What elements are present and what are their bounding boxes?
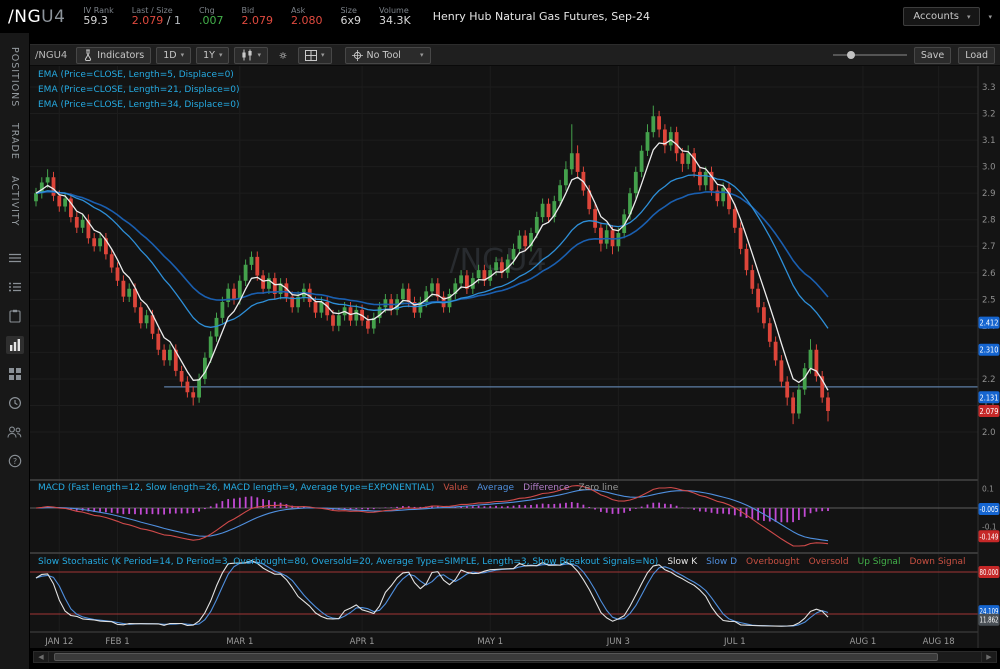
symbol-title: /NGU4 xyxy=(8,7,65,27)
scroll-left-arrow-icon[interactable]: ◀ xyxy=(34,652,49,662)
help-icon[interactable]: ? xyxy=(6,452,24,470)
svg-text:-0.1: -0.1 xyxy=(982,523,997,532)
svg-text:JUL 1: JUL 1 xyxy=(723,637,746,647)
chevron-down-icon: ▾ xyxy=(181,51,185,59)
price-chart-canvas[interactable]: /NGU43.33.23.13.02.92.82.72.62.52.42.32.… xyxy=(30,66,1000,648)
zoom-slider-track xyxy=(833,54,907,56)
svg-text:2.6: 2.6 xyxy=(982,269,996,279)
svg-text:-0.005: -0.005 xyxy=(980,505,999,514)
quote-field-iv-rank: IV Rank 59.3 xyxy=(83,6,113,28)
symbol-month: U4 xyxy=(41,7,65,27)
range-dropdown[interactable]: 1Y ▾ xyxy=(196,47,229,64)
svg-text:2.9: 2.9 xyxy=(982,189,996,199)
candlestick-icon xyxy=(241,49,253,61)
quote-field-bid: Bid 2.079 xyxy=(241,6,273,28)
svg-text:JUN 3: JUN 3 xyxy=(606,637,630,647)
svg-text:2.079: 2.079 xyxy=(980,407,999,416)
crosshair-icon xyxy=(352,50,363,61)
users-icon[interactable] xyxy=(6,423,24,441)
accounts-dropdown[interactable]: Accounts ▾ xyxy=(903,7,980,26)
svg-text:2.8: 2.8 xyxy=(982,216,996,226)
svg-text:FEB 1: FEB 1 xyxy=(105,637,129,647)
indicators-button[interactable]: Indicators xyxy=(76,47,151,64)
svg-text:11.862: 11.862 xyxy=(980,616,999,625)
chevron-down-icon: ▾ xyxy=(257,51,261,59)
load-button[interactable]: Load xyxy=(958,47,995,64)
svg-text:3.0: 3.0 xyxy=(982,163,996,173)
chart-layout-dropdown[interactable]: ▾ xyxy=(298,47,332,64)
chart-symbol-label: /NGU4 xyxy=(35,50,67,61)
svg-text:3.2: 3.2 xyxy=(982,110,996,120)
scrollbar-track[interactable]: ◀ ▶ xyxy=(33,651,997,663)
svg-text:-0.149: -0.149 xyxy=(980,532,999,541)
chart-body: /NGU43.33.23.13.02.92.82.72.62.52.42.32.… xyxy=(30,66,1000,648)
order-list-icon[interactable] xyxy=(6,278,24,296)
save-button[interactable]: Save xyxy=(914,47,951,64)
svg-text:MAR 1: MAR 1 xyxy=(226,637,253,647)
grid-apps-icon[interactable] xyxy=(6,365,24,383)
horizontal-scrollbar: ◀ ▶ xyxy=(30,648,1000,669)
svg-text:AUG 1: AUG 1 xyxy=(850,637,877,647)
sidebar-tab-positions[interactable]: POSITIONS xyxy=(9,47,20,107)
svg-text:2.5: 2.5 xyxy=(982,295,996,305)
chart-icon[interactable] xyxy=(6,336,24,354)
svg-text:2.7: 2.7 xyxy=(982,242,996,252)
svg-text:2.412: 2.412 xyxy=(980,319,999,328)
clipboard-icon[interactable] xyxy=(6,307,24,325)
scroll-right-arrow-icon[interactable]: ▶ xyxy=(981,652,996,662)
svg-text:2.131: 2.131 xyxy=(980,393,999,402)
quote-field-volume: Volume 34.3K xyxy=(379,6,411,28)
quote-header: /NGU4 IV Rank 59.3 Last / Size 2.079 / 1… xyxy=(0,0,1000,33)
chart-module: /NGU4 Indicators 1D ▾ 1Y ▾ ▾ xyxy=(30,33,1000,669)
zoom-slider-knob[interactable] xyxy=(847,51,855,59)
symbol-root: /NG xyxy=(8,7,41,27)
zoom-slider[interactable] xyxy=(833,48,907,62)
scrollbar-thumb[interactable] xyxy=(54,653,938,661)
chevron-down-icon: ▾ xyxy=(967,13,971,21)
svg-text:3.3: 3.3 xyxy=(982,83,996,93)
quote-field-chg: Chg .007 xyxy=(199,6,224,28)
svg-text:MAY 1: MAY 1 xyxy=(477,637,503,647)
quote-field-last-size: Last / Size 2.079 / 1 xyxy=(132,6,181,28)
svg-text:2.310: 2.310 xyxy=(980,346,999,355)
chevron-down-icon: ▾ xyxy=(420,51,424,59)
trading-app: /NGU4 IV Rank 59.3 Last / Size 2.079 / 1… xyxy=(0,0,1000,669)
left-sidebar: POSITIONS TRADE ACTIVITY xyxy=(0,33,30,669)
svg-text:JAN 12: JAN 12 xyxy=(44,637,73,647)
drawing-tool-dropdown[interactable]: No Tool ▾ xyxy=(345,47,431,64)
svg-text:?: ? xyxy=(12,456,16,465)
svg-text:AUG 18: AUG 18 xyxy=(923,637,955,647)
watchlist-rows-icon[interactable] xyxy=(6,249,24,267)
quote-field-size: Size 6x9 xyxy=(340,6,361,28)
layout-grid-icon xyxy=(305,50,317,61)
chevron-down-icon: ▾ xyxy=(219,51,223,59)
svg-text:/NGU4: /NGU4 xyxy=(450,243,547,278)
svg-text:80.000: 80.000 xyxy=(980,568,999,577)
sidebar-tab-trade[interactable]: TRADE xyxy=(9,123,20,160)
svg-text:APR 1: APR 1 xyxy=(350,637,375,647)
contract-description: Henry Hub Natural Gas Futures, Sep-24 xyxy=(433,10,650,23)
chevron-down-icon: ▾ xyxy=(321,51,325,59)
collapse-chevron-icon[interactable]: ▾ xyxy=(988,13,992,21)
sidebar-tab-activity[interactable]: ACTIVITY xyxy=(9,176,20,226)
svg-text:2.2: 2.2 xyxy=(982,375,996,385)
aggregation-dropdown[interactable]: 1D ▾ xyxy=(156,47,191,64)
chart-type-dropdown[interactable]: ▾ xyxy=(234,47,268,64)
svg-text:2.0: 2.0 xyxy=(982,428,996,438)
quote-field-ask: Ask 2.080 xyxy=(291,6,323,28)
chart-toolbar: /NGU4 Indicators 1D ▾ 1Y ▾ ▾ xyxy=(30,44,1000,66)
chart-settings-gear-icon[interactable] xyxy=(273,47,293,64)
header-gap xyxy=(30,33,1000,44)
svg-text:0.1: 0.1 xyxy=(982,485,994,494)
flask-icon xyxy=(83,49,93,61)
history-clock-icon[interactable] xyxy=(6,394,24,412)
svg-text:3.1: 3.1 xyxy=(982,136,996,146)
